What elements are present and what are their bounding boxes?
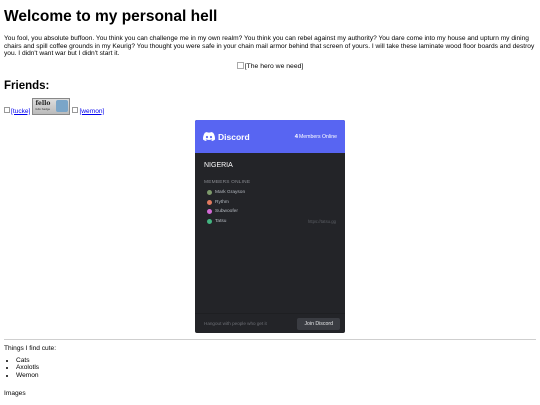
member-avatar — [207, 209, 212, 215]
discord-member[interactable]: Rythm — [195, 198, 345, 208]
broken-image-icon — [72, 106, 79, 113]
intro-paragraph: You fool, you absolute buffoon. You thin… — [4, 35, 535, 58]
member-url[interactable]: https://tatsu.gg — [308, 219, 336, 224]
page-content: Welcome to my personal hell You fool, yo… — [0, 0, 540, 115]
join-discord-button[interactable]: Join Discord — [297, 317, 340, 330]
discord-widget: Discord 4Members Online NIGERIA MEMBERS … — [195, 120, 345, 333]
friend-link-wemon[interactable]: [wemon] — [72, 106, 105, 115]
member-name: Rythm — [215, 199, 229, 205]
fello-badge-picture — [56, 99, 69, 112]
broken-image-icon — [4, 106, 10, 113]
discord-members-section-label: MEMBERS ONLINE — [204, 180, 251, 185]
discord-header: Discord 4Members Online — [195, 120, 345, 153]
list-item: Cats — [16, 357, 56, 365]
discord-member[interactable]: Mark Grayson — [195, 188, 345, 198]
cute-things-heading: Things I find cute: — [4, 345, 57, 352]
member-avatar — [207, 199, 212, 205]
discord-member[interactable]: Subwoofer — [195, 207, 345, 217]
fello-badge-title: fello — [35, 99, 51, 107]
member-name: Mark Grayson — [215, 190, 246, 196]
images-heading: Images — [4, 390, 26, 397]
fello-badge-subtitle: fello badge — [35, 106, 51, 111]
hero-image: [The hero we need] — [4, 61, 536, 71]
list-item: Wemon — [16, 372, 56, 380]
discord-footer-tagline: Hangout with people who get it — [204, 321, 267, 326]
cute-things-section: Things I find cute: Cats Axolotls Wemon — [4, 345, 56, 379]
member-avatar — [207, 218, 212, 224]
discord-logo[interactable]: Discord — [203, 132, 250, 142]
online-count-label: Members Online — [298, 133, 337, 140]
cute-things-list: Cats Axolotls Wemon — [4, 357, 56, 380]
discord-member-list: Mark Grayson Rythm Subwoofer Tatsu https… — [195, 188, 345, 226]
broken-image-icon — [236, 61, 244, 69]
friend-link-tucke-label: [tucke] — [11, 107, 31, 115]
hero-image-alt: [The hero we need] — [244, 62, 304, 70]
page-title: Welcome to my personal hell — [4, 8, 218, 25]
online-count-number: 4 — [294, 133, 298, 140]
member-name: Subwoofer — [215, 209, 238, 215]
list-item: Axolotls — [16, 364, 56, 372]
member-avatar — [207, 190, 212, 196]
friends-heading: Friends: — [4, 79, 50, 92]
friends-row: [tucke] fello fello badge [wemon] — [4, 97, 536, 115]
section-divider — [4, 339, 536, 340]
discord-member[interactable]: Tatsu https://tatsu.gg — [195, 217, 345, 227]
discord-logo-icon — [203, 132, 215, 141]
friend-badge-fello[interactable]: fello fello badge — [32, 97, 71, 115]
friend-link-tucke[interactable]: [tucke] — [4, 106, 31, 115]
member-name: Tatsu — [215, 218, 227, 224]
discord-online-count: 4Members Online — [295, 134, 337, 140]
discord-brand: Discord — [218, 131, 250, 142]
friend-link-wemon-label: [wemon] — [79, 107, 105, 115]
discord-footer: Hangout with people who get it Join Disc… — [195, 313, 345, 333]
discord-server-name: NIGERIA — [204, 162, 233, 169]
